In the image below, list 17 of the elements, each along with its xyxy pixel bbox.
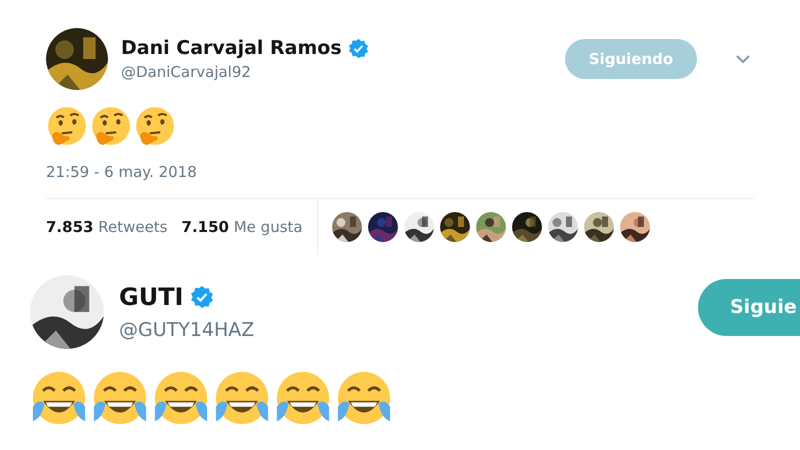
laughing-face-icon	[335, 369, 393, 427]
stat-count[interactable]: 7.150 Me gusta	[182, 218, 303, 236]
user-name: GUTI	[119, 283, 184, 311]
thinking-face-icon	[90, 105, 132, 147]
user-handle: @GUTY14HAZ	[119, 319, 256, 341]
laughing-face-icon	[213, 369, 271, 427]
laughing-face-icon	[152, 369, 210, 427]
user-handle: @DaniCarvajal92	[121, 63, 252, 81]
thinking-face-icon	[46, 105, 88, 147]
thinking-face-icon	[134, 105, 176, 147]
tweet-timestamp: 21:59 - 6 may. 2018	[46, 163, 198, 181]
stat-count[interactable]: 7.853 Retweets	[46, 218, 168, 236]
chevron-down-icon[interactable]	[736, 54, 750, 64]
laughing-face-icon	[91, 369, 149, 427]
laughing-face-icon	[30, 369, 88, 427]
laughing-face-icon	[274, 369, 332, 427]
user-name: Dani Carvajal Ramos	[121, 37, 342, 59]
